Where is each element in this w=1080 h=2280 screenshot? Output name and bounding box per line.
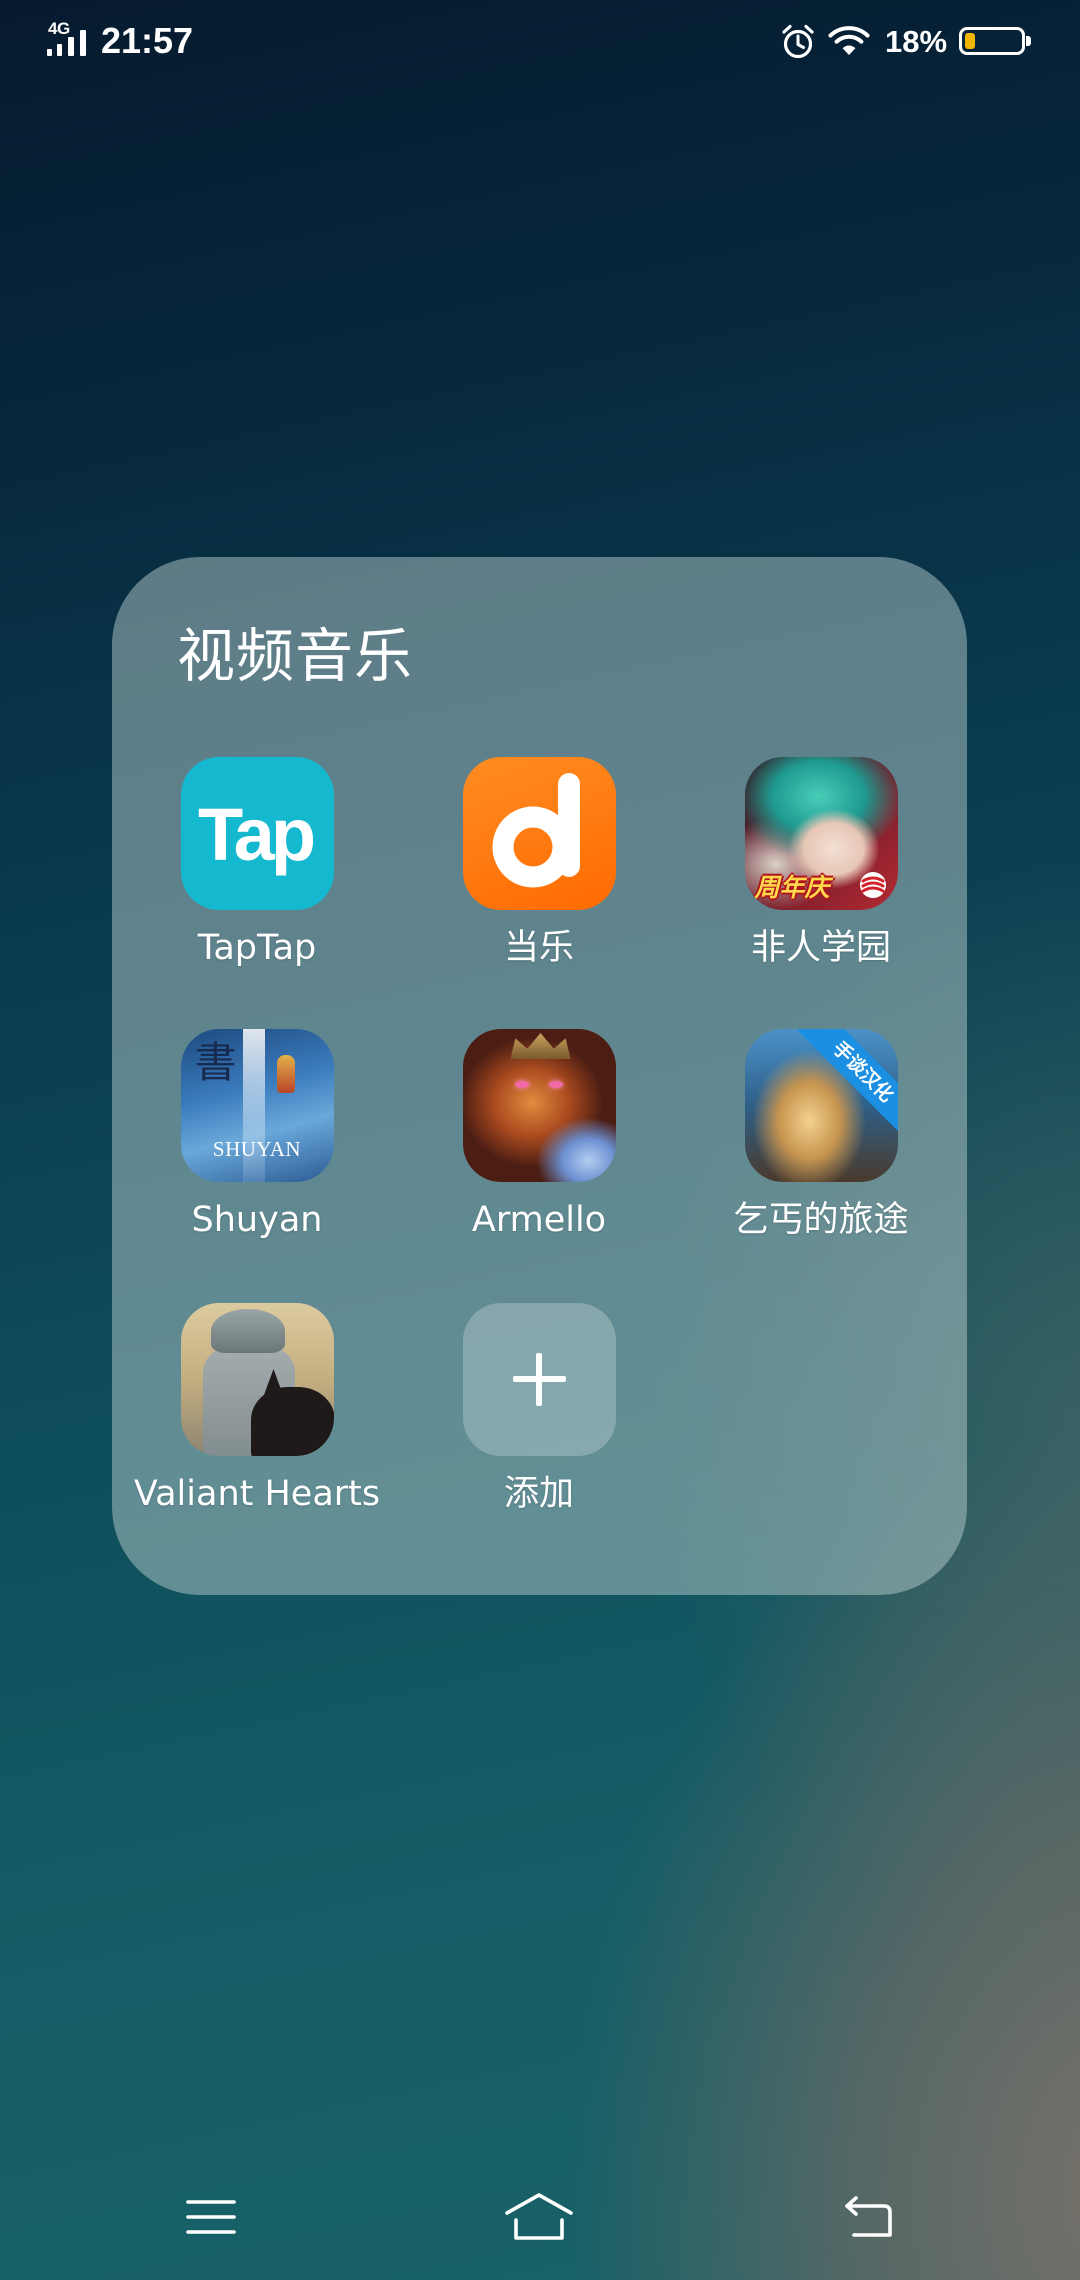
dangle-app-icon[interactable] bbox=[462, 757, 616, 910]
shuyan-app-icon[interactable]: 書 SHUYAN bbox=[180, 1029, 334, 1182]
add-app-button[interactable] bbox=[462, 1303, 616, 1456]
app-label: 当乐 bbox=[503, 928, 574, 968]
battery-percentage: 18% bbox=[885, 24, 948, 59]
app-label: Armello bbox=[471, 1200, 607, 1240]
taptap-app-icon[interactable]: Tap bbox=[180, 757, 334, 910]
home-icon[interactable] bbox=[504, 2192, 574, 2242]
plus-icon-stroke bbox=[535, 1353, 542, 1406]
battery-fill bbox=[965, 33, 975, 49]
alarm-icon bbox=[782, 24, 814, 59]
app-label: 非人学园 bbox=[750, 928, 891, 968]
app-tile-armello[interactable]: Armello bbox=[389, 1029, 689, 1242]
signal-indicator: 4G bbox=[46, 18, 92, 60]
app-folder-panel: 视频音乐 Tap TapTap 当乐 周年庆 非人学园 書 SHUYAN Shu… bbox=[112, 557, 967, 1595]
app-tile-dangle[interactable]: 当乐 bbox=[389, 757, 689, 970]
signal-icon bbox=[47, 30, 86, 56]
taptap-logo-text: Tap bbox=[197, 792, 316, 876]
app-label: Shuyan bbox=[191, 1200, 323, 1240]
eye-art bbox=[548, 1081, 563, 1088]
app-label: Valiant Hearts bbox=[133, 1474, 381, 1514]
app-tile-beggar-journey[interactable]: 手谈汉化 乞丐的旅途 bbox=[671, 1029, 971, 1242]
dog-art bbox=[250, 1387, 334, 1456]
app-tile-shuyan[interactable]: 書 SHUYAN Shuyan bbox=[107, 1029, 407, 1242]
app-tile-taptap[interactable]: Tap TapTap bbox=[107, 757, 407, 970]
clock: 21:57 bbox=[101, 20, 194, 61]
app-label: 乞丐的旅途 bbox=[733, 1200, 909, 1240]
menu-icon[interactable] bbox=[186, 2198, 236, 2236]
crown-art bbox=[510, 1033, 571, 1059]
app-label: TapTap bbox=[197, 928, 317, 968]
netease-logo bbox=[859, 872, 886, 898]
app-tile-feiren-xueyuan[interactable]: 周年庆 非人学园 bbox=[671, 757, 971, 970]
back-icon[interactable] bbox=[842, 2195, 894, 2239]
dangle-logo bbox=[492, 773, 580, 888]
helmet-art bbox=[210, 1309, 285, 1353]
battery-icon bbox=[959, 27, 1031, 55]
navigation-bar bbox=[0, 2160, 1080, 2280]
battery-nub bbox=[1026, 36, 1031, 46]
feiren-xueyuan-app-icon[interactable]: 周年庆 bbox=[744, 757, 898, 910]
valiant-hearts-app-icon[interactable] bbox=[180, 1303, 334, 1456]
eye-art bbox=[514, 1081, 529, 1088]
figure-art bbox=[276, 1055, 295, 1093]
anniversary-badge: 周年庆 bbox=[754, 873, 830, 902]
status-bar: 4G 21:57 18% bbox=[0, 0, 1080, 84]
wifi-icon bbox=[828, 26, 870, 55]
app-tile-valiant-hearts[interactable]: Valiant Hearts bbox=[107, 1303, 407, 1516]
add-label: 添加 bbox=[503, 1474, 574, 1514]
add-app-tile[interactable]: 添加 bbox=[389, 1303, 689, 1516]
localization-banner: 手谈汉化 bbox=[797, 1029, 898, 1138]
shuyan-logo-text: SHUYAN bbox=[212, 1137, 302, 1161]
armello-app-icon[interactable] bbox=[462, 1029, 616, 1182]
beggar-journey-app-icon[interactable]: 手谈汉化 bbox=[744, 1029, 898, 1182]
folder-title[interactable]: 视频音乐 bbox=[177, 621, 413, 691]
shuyan-calligraphy: 書 bbox=[194, 1038, 237, 1087]
